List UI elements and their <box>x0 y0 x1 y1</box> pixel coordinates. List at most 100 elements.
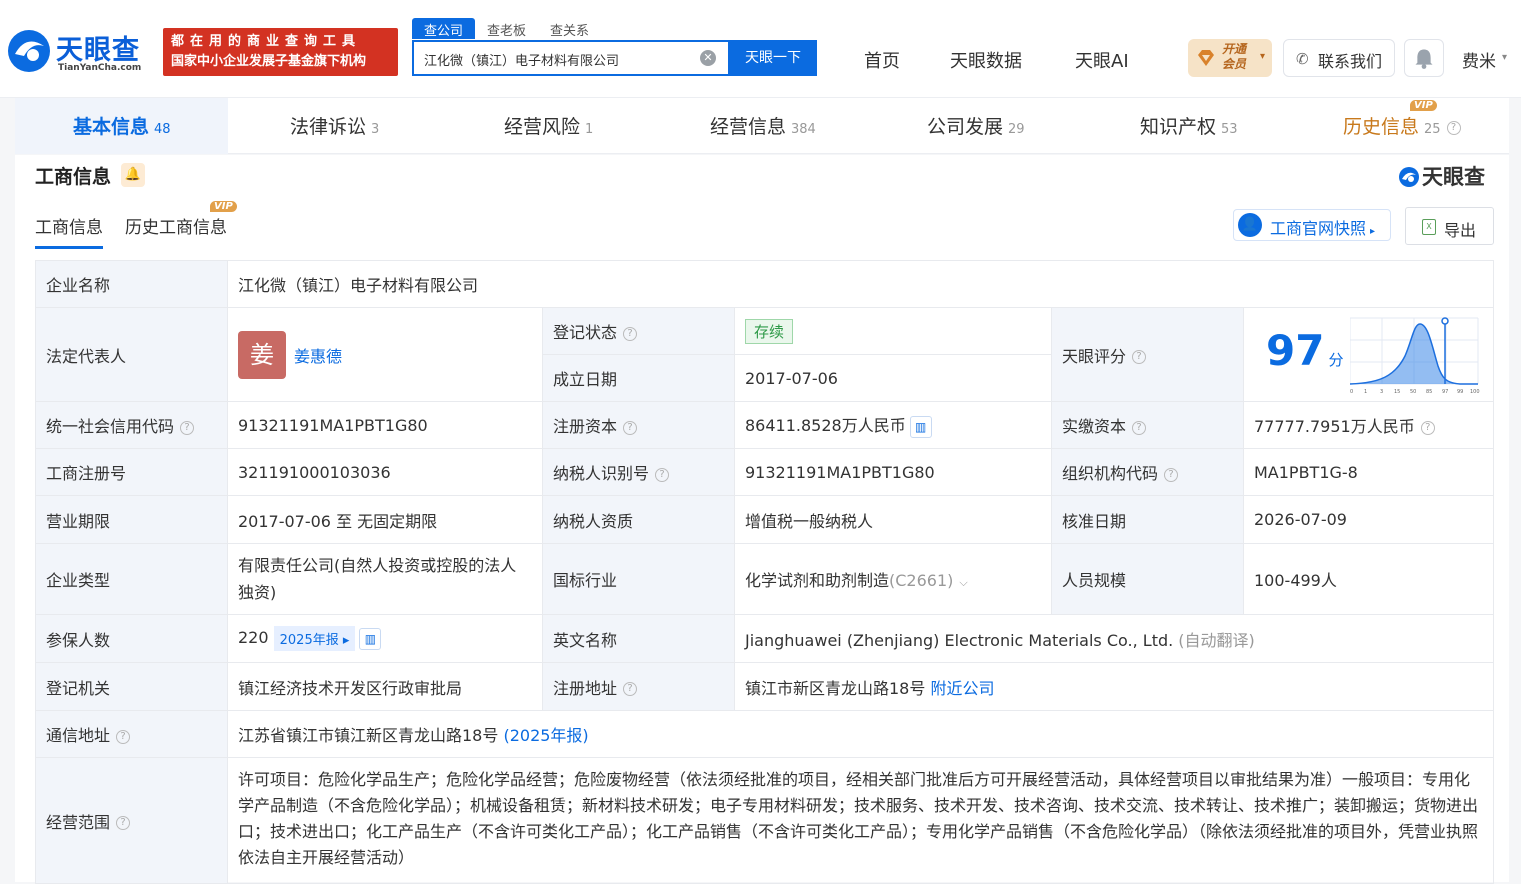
taxpayer-id-value: 91321191MA1PBT1G80 <box>734 448 1052 496</box>
axis-tick: 50 <box>1410 389 1416 395</box>
founded-value: 2017-07-06 <box>734 354 1052 402</box>
notification-button[interactable] <box>1404 39 1444 77</box>
tab-risk[interactable]: 经营风险 1 <box>504 112 593 139</box>
tab-development[interactable]: 公司发展 29 <box>927 112 1025 139</box>
tab-operations[interactable]: 经营信息 384 <box>710 112 816 139</box>
help-icon[interactable]: ? <box>1132 420 1147 435</box>
search-tab-company[interactable]: 查公司 <box>412 18 476 39</box>
help-icon[interactable]: ? <box>1446 120 1461 135</box>
tab-count: 53 <box>1221 122 1238 137</box>
tab-history[interactable]: 历史信息 25? <box>1343 112 1461 139</box>
user-name[interactable]: 费米 <box>1462 47 1496 72</box>
axis-tick: 0 <box>1350 389 1353 395</box>
export-label: 导出 <box>1444 221 1477 240</box>
promo-banner[interactable]: 都在用的商业查询工具 国家中小企业发展子基金旗下机构 <box>163 28 398 76</box>
site-logo[interactable]: 天眼查 TianYanCha.com <box>6 26 156 76</box>
term-label: 营业期限 <box>35 495 228 544</box>
tab-label: 经营信息 <box>710 116 787 138</box>
help-icon[interactable]: ? <box>180 420 195 435</box>
table-row: 企业名称 江化微（镇江）电子材料有限公司 <box>35 260 1494 308</box>
legal-rep-link[interactable]: 姜惠德 <box>294 347 342 366</box>
industry-cell[interactable]: 化学试剂和助剂制造(C2661) ⌵ <box>734 543 1052 615</box>
excel-icon: X <box>1422 219 1436 235</box>
bar-chart-icon[interactable]: ▥ <box>909 415 932 438</box>
nav-data[interactable]: 天眼数据 <box>950 47 1022 73</box>
axis-tick: 97 <box>1442 389 1448 395</box>
authority-value: 镇江经济技术开发区行政审批局 <box>227 662 543 711</box>
org-code-label: 组织机构代码? <box>1051 448 1244 496</box>
help-icon[interactable]: ? <box>623 682 638 696</box>
brand-text: 天眼查 <box>1422 165 1485 189</box>
staff-value: 100-499人 <box>1243 543 1494 615</box>
export-button[interactable]: X 导出 <box>1405 207 1494 245</box>
help-icon[interactable]: ? <box>1164 467 1179 482</box>
english-cell: Jianghuawei (Zhenjiang) Electronic Mater… <box>734 614 1494 663</box>
contact-button[interactable]: ✆ 联系我们 <box>1283 39 1395 77</box>
label-text: 纳税人识别号 <box>553 464 650 483</box>
reg-addr-label: 注册地址? <box>542 662 735 711</box>
paid-capital-label: 实缴资本? <box>1051 401 1244 449</box>
table-row: 工商注册号 321191000103036 纳税人识别号? 91321191MA… <box>35 448 1494 496</box>
logo-name: 天眼查 <box>56 35 140 66</box>
label-text: 组织机构代码 <box>1062 464 1159 483</box>
search-area: 查公司 查老板 查关系 江化微（镇江）电子材料有限公司 ✕ 天眼一下 <box>412 18 817 76</box>
score-cell[interactable]: 97 分 0 1 3 15 50 85 97 99 100 <box>1243 307 1494 402</box>
user-chevron-icon[interactable]: ▾ <box>1502 52 1507 63</box>
chevron-down-icon: ▾ <box>1260 51 1266 62</box>
paid-capital-value: 77777.7951万人民币 <box>1254 417 1415 436</box>
annual-report-tag[interactable]: 2025年报 ▸ <box>273 626 356 651</box>
bar-chart-icon[interactable]: ▥ <box>359 627 382 650</box>
snapshot-label: 工商官网快照 <box>1270 219 1367 238</box>
search-tab-boss[interactable]: 查老板 <box>475 18 538 39</box>
reg-status-cell: 存续 <box>734 307 1052 355</box>
avatar[interactable]: 姜 <box>238 330 286 379</box>
official-snapshot-button[interactable]: 👤 工商官网快照 ▸ <box>1233 209 1391 241</box>
contact-label: 联系我们 <box>1318 52 1383 71</box>
search-input[interactable]: 江化微（镇江）电子材料有限公司 ✕ <box>412 40 730 76</box>
help-icon[interactable]: ? <box>1132 350 1147 364</box>
authority-label: 登记机关 <box>35 662 228 711</box>
nav-ai[interactable]: 天眼AI <box>1075 47 1129 73</box>
banner-line-2: 国家中小企业发展子基金旗下机构 <box>171 54 367 69</box>
status-badge: 存续 <box>745 318 794 344</box>
vip-button[interactable]: 开通 会员 ▾ <box>1188 39 1272 77</box>
vip-label-line2: 会员 <box>1222 57 1247 71</box>
legal-rep-cell: 姜姜惠德 <box>227 307 543 402</box>
help-icon[interactable]: ? <box>116 729 131 744</box>
vip-badge: VIP <box>1410 100 1437 111</box>
search-button[interactable]: 天眼一下 <box>729 40 817 76</box>
staff-label: 人员规模 <box>1051 543 1244 615</box>
chevron-down-icon[interactable]: ⌵ <box>959 576 967 589</box>
clear-icon[interactable]: ✕ <box>700 50 716 66</box>
section-title: 工商信息 <box>35 166 112 188</box>
tab-basic-info[interactable]: 基本信息 48 <box>73 112 171 139</box>
business-info-card: 工商信息 🔔 天眼查 工商信息 历史工商信息 VIP 👤 工商官网快照 ▸ X 导… <box>15 155 1509 884</box>
subtab-history-business-info[interactable]: 历史工商信息 <box>125 213 227 238</box>
label-text: 注册地址 <box>553 678 618 698</box>
monitor-bell-icon[interactable]: 🔔 <box>121 163 145 187</box>
help-icon[interactable]: ? <box>1420 420 1435 435</box>
subtab-business-info[interactable]: 工商信息 <box>35 213 103 249</box>
help-icon[interactable]: ? <box>623 420 638 435</box>
annual-report-link[interactable]: (2025年报) <box>503 726 588 745</box>
tab-legal[interactable]: 法律诉讼 3 <box>290 112 379 139</box>
insured-label: 参保人数 <box>35 614 228 663</box>
label-text: 注册资本 <box>553 417 618 436</box>
taxpayer-qual-value: 增值税一般纳税人 <box>734 495 1052 544</box>
tab-count: 48 <box>154 122 171 137</box>
legal-rep-label: 法定代表人 <box>35 307 228 402</box>
mail-addr-label: 通信地址? <box>35 710 228 758</box>
nav-home[interactable]: 首页 <box>864 47 900 73</box>
taxpayer-id-label: 纳税人识别号? <box>542 448 735 496</box>
tab-ip[interactable]: 知识产权 53 <box>1140 112 1238 139</box>
help-icon[interactable]: ? <box>116 816 131 830</box>
phone-icon: ✆ <box>1296 50 1309 68</box>
tab-label: 法律诉讼 <box>290 116 367 138</box>
help-icon[interactable]: ? <box>623 326 638 341</box>
nearby-companies-link[interactable]: 附近公司 <box>930 679 994 698</box>
reg-addr-cell: 镇江市新区青龙山路18号 附近公司 <box>734 662 1494 711</box>
reg-capital-label: 注册资本? <box>542 401 735 449</box>
tab-label: 历史信息 <box>1343 116 1420 138</box>
help-icon[interactable]: ? <box>655 467 670 482</box>
search-tab-relation[interactable]: 查关系 <box>538 18 601 39</box>
